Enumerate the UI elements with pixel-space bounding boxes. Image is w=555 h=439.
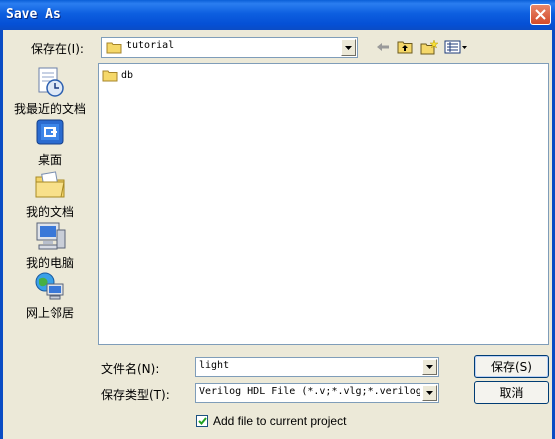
save-button[interactable]: 保存(S)	[474, 355, 549, 378]
place-desktop[interactable]: 桌面	[8, 117, 92, 168]
filename-dropdown-button[interactable]	[422, 359, 437, 375]
file-name: db	[121, 70, 134, 81]
title-bar: Save As	[0, 0, 555, 30]
checkmark-icon	[197, 417, 207, 425]
window-frame-left	[0, 30, 3, 439]
desktop-icon	[36, 119, 64, 145]
back-arrow-icon	[377, 43, 389, 51]
close-button[interactable]	[530, 4, 551, 25]
place-label: 我的电脑	[25, 256, 74, 270]
new-folder-button[interactable]	[419, 38, 439, 56]
list-item[interactable]: db	[102, 69, 133, 82]
close-icon	[535, 9, 546, 20]
save-in-label: 保存在(I):	[31, 42, 84, 56]
filename-value: light	[199, 360, 230, 371]
window-title: Save As	[6, 7, 61, 22]
up-one-level-button[interactable]	[396, 38, 414, 56]
place-my-documents[interactable]: 我的文档	[8, 169, 92, 220]
place-network-places[interactable]: 网上邻居	[8, 270, 92, 321]
chevron-down-icon	[426, 365, 433, 369]
view-menu-icon	[444, 40, 467, 54]
chevron-down-icon	[345, 45, 352, 50]
filetype-label: 保存类型(T):	[101, 388, 170, 402]
up-folder-icon	[397, 41, 413, 54]
cancel-button[interactable]: 取消	[474, 381, 549, 404]
folder-icon	[106, 42, 122, 54]
place-my-computer[interactable]: 我的电脑	[8, 220, 92, 271]
add-to-project-checkbox[interactable]	[196, 415, 208, 427]
filename-input[interactable]: light	[195, 357, 439, 377]
new-folder-icon	[420, 39, 438, 54]
network-places-icon	[35, 272, 64, 300]
place-label: 网上邻居	[25, 306, 74, 320]
folder-icon	[102, 70, 118, 82]
place-label: 我最近的文档	[13, 102, 86, 116]
filetype-dropdown-button[interactable]	[422, 385, 437, 401]
recent-documents-icon	[38, 67, 64, 97]
place-label: 我的文档	[25, 205, 74, 219]
my-documents-icon	[35, 171, 65, 198]
view-menu-button[interactable]	[443, 38, 469, 56]
save-in-value: tutorial	[126, 40, 175, 51]
back-button[interactable]	[374, 38, 392, 56]
save-in-dropdown-button[interactable]	[341, 39, 356, 56]
my-computer-icon	[36, 222, 66, 250]
chevron-down-icon	[426, 391, 433, 395]
filename-label: 文件名(N):	[101, 362, 160, 376]
save-in-combo[interactable]: tutorial	[101, 37, 358, 58]
filetype-value: Verilog HDL File (*.v;*.vlg;*.verilog	[199, 386, 420, 397]
place-recent-documents[interactable]: 我最近的文档	[8, 66, 92, 117]
file-list[interactable]: db	[98, 63, 549, 345]
add-to-project-label: Add file to current project	[213, 414, 347, 428]
filetype-select[interactable]: Verilog HDL File (*.v;*.vlg;*.verilog	[195, 383, 439, 403]
place-label: 桌面	[37, 153, 62, 167]
